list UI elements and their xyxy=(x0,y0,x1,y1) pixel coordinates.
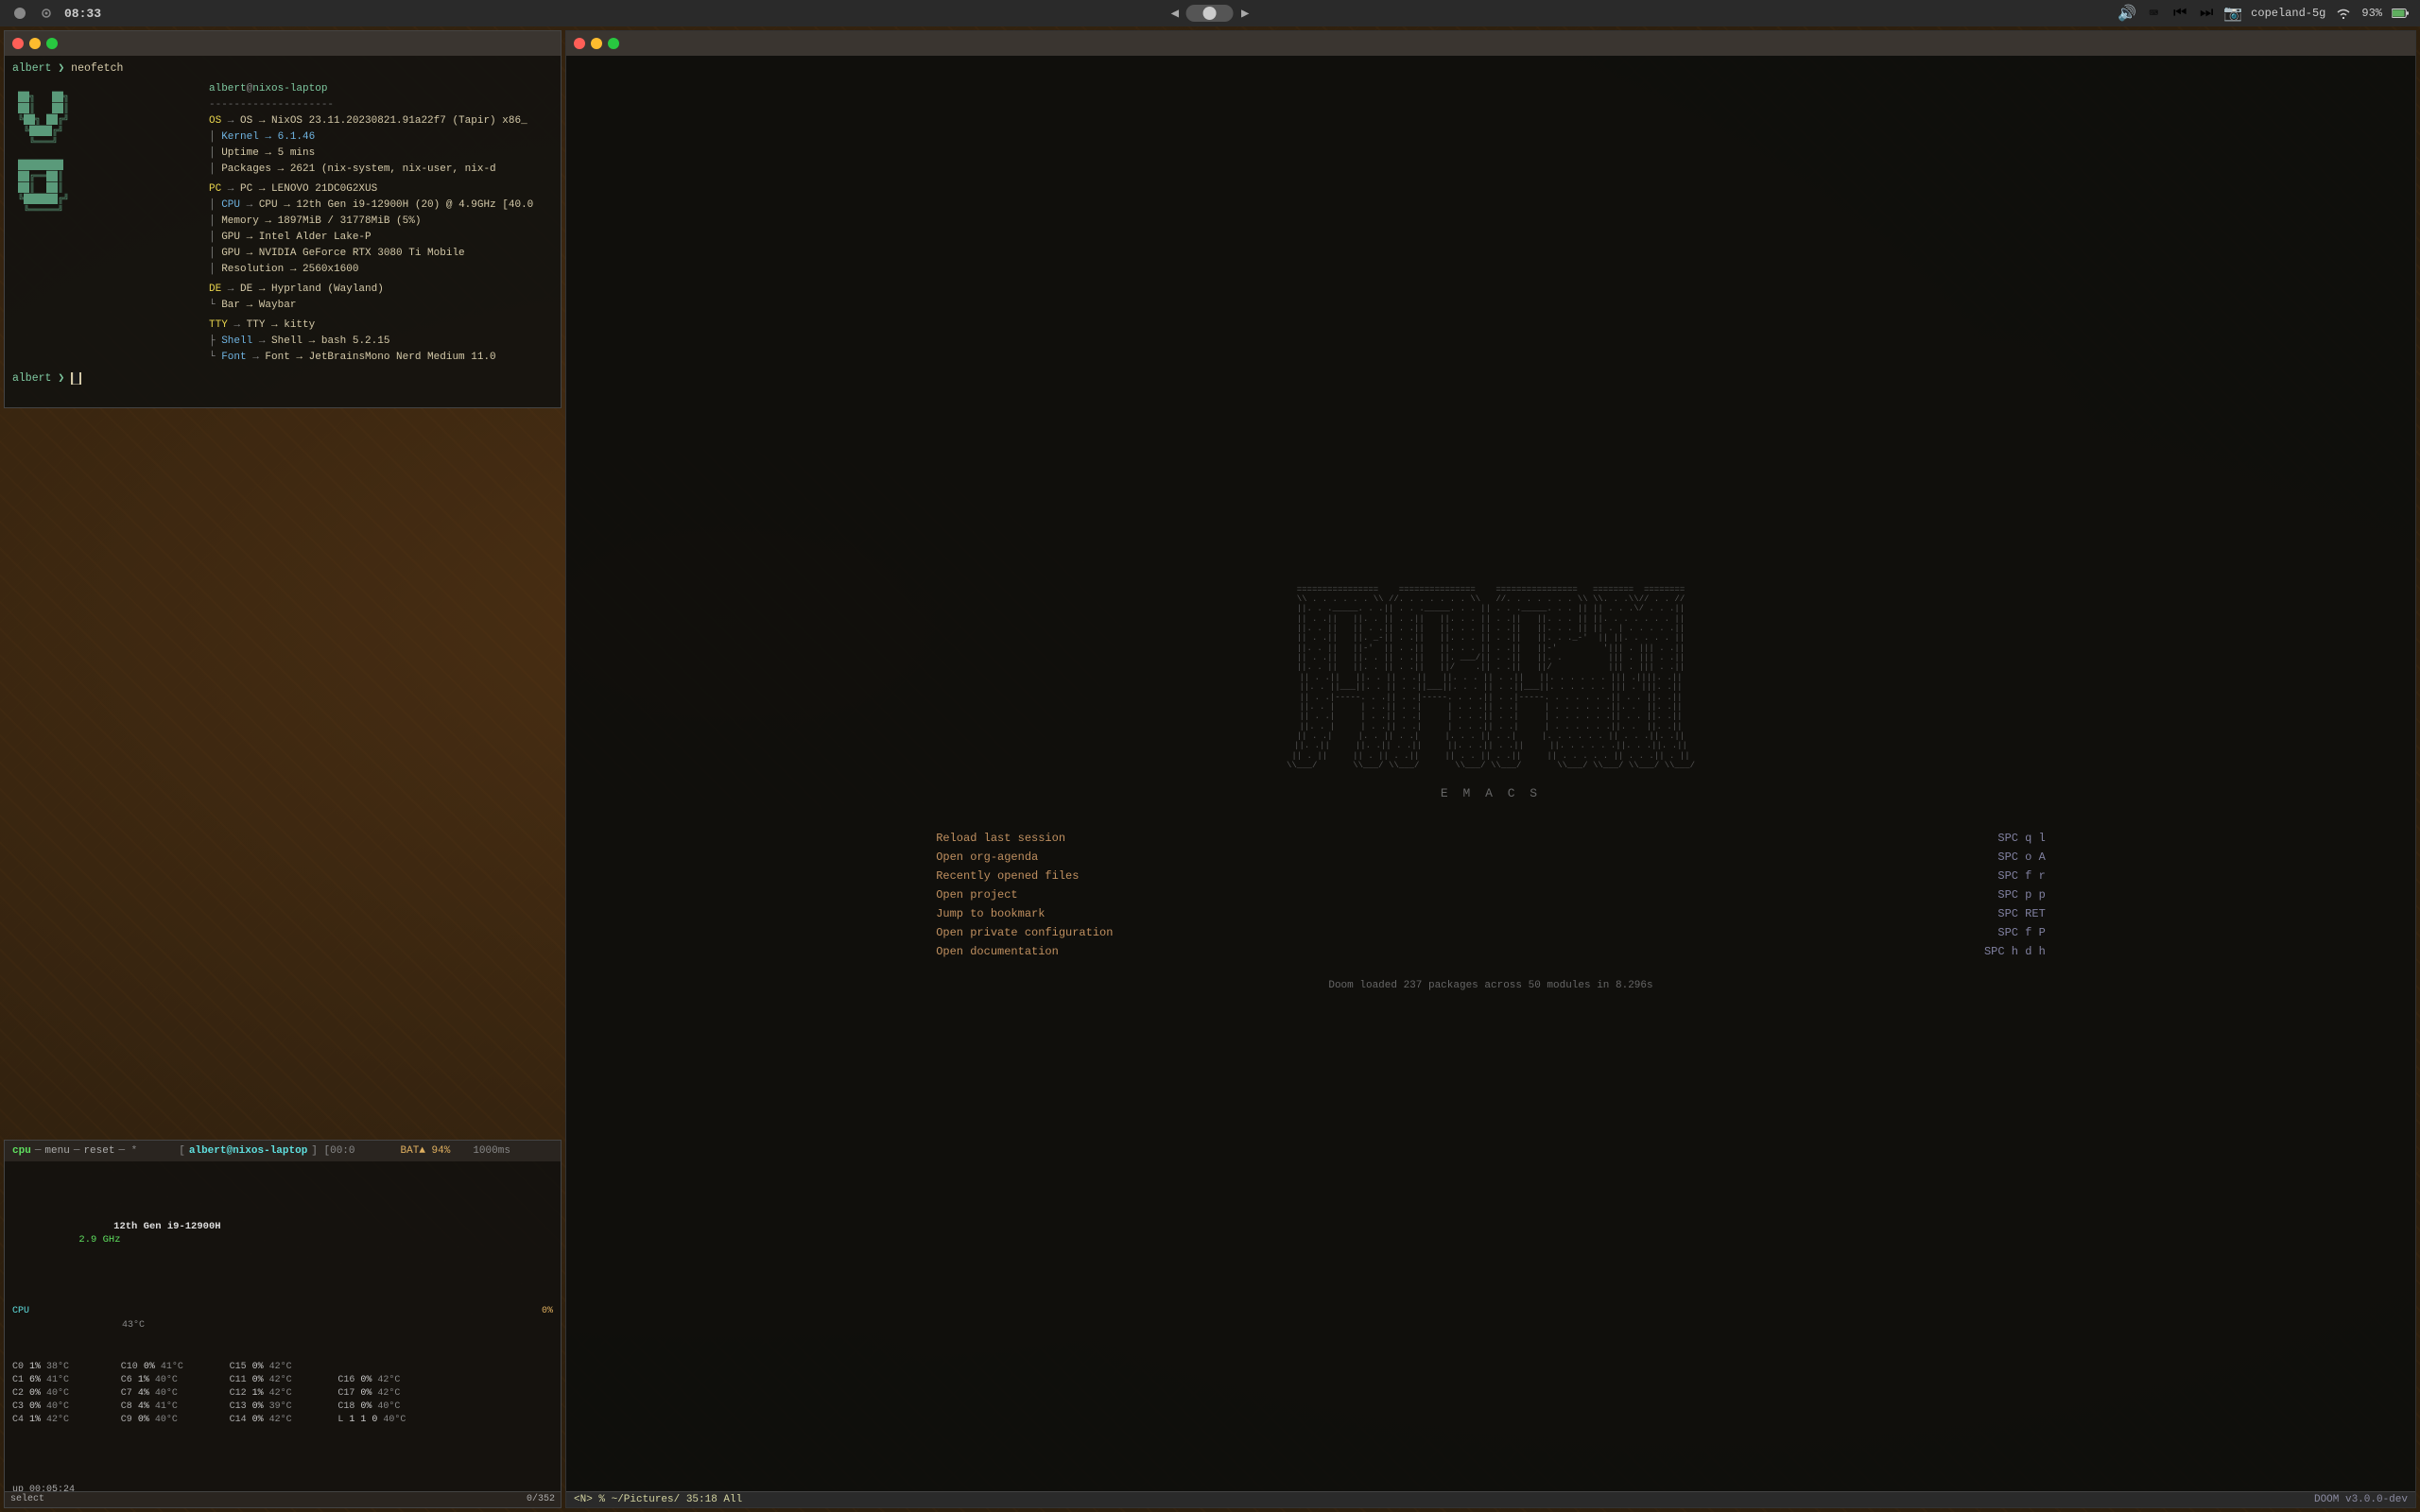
maximize-dot[interactable] xyxy=(46,38,58,49)
htop-reset-tab[interactable]: reset xyxy=(83,1145,114,1157)
htop-cpu-tab[interactable]: cpu xyxy=(12,1145,31,1157)
emacs-menu-private-config[interactable]: Open private configuration SPC f P xyxy=(936,923,2046,942)
topbar-center: ◀ ▶ xyxy=(1171,5,1250,22)
gear-icon[interactable] xyxy=(38,5,55,22)
htop-select[interactable]: select xyxy=(10,1493,44,1506)
emacs-menu-jump-bookmark[interactable]: Jump to bookmark SPC RET xyxy=(936,904,2046,923)
next-track-icon[interactable]: ⏭ xyxy=(2198,5,2215,22)
battery-icon xyxy=(2392,5,2409,22)
emacs-version: DOOM v3.0.0-dev xyxy=(2314,1494,2408,1505)
emacs-menu-reload[interactable]: Reload last session SPC q l xyxy=(936,829,2046,848)
screenshot-icon[interactable]: 📷 xyxy=(2224,5,2241,22)
terminal-neofetch: albert ❯ neofetch ██╗ ██╗ ██║ ██║ ╚██╗ █… xyxy=(4,30,562,408)
desktop: albert ❯ neofetch ██╗ ██╗ ██║ ██║ ╚██╗ █… xyxy=(0,26,2420,1512)
emacs-menu-open-project[interactable]: Open project SPC p p xyxy=(936,885,2046,904)
emacs-menu-recent-files[interactable]: Recently opened files SPC f r xyxy=(936,867,2046,885)
emacs-ascii-art: ================ =============== =======… xyxy=(1287,575,1695,780)
topbar-right: 🔊 ⌨ ⏮ ⏭ 📷 copeland-5g 93% xyxy=(2118,5,2409,22)
time-display: 08:33 xyxy=(64,7,101,21)
toggle-switch[interactable] xyxy=(1186,5,1234,22)
close-dot[interactable] xyxy=(12,38,24,49)
apple-icon[interactable] xyxy=(11,5,28,22)
terminal-body: albert ❯ neofetch ██╗ ██╗ ██║ ██║ ╚██╗ █… xyxy=(5,56,561,393)
nav-back[interactable]: ◀ xyxy=(1171,6,1179,22)
prompt-1: albert xyxy=(12,62,51,75)
emacs-statusbar: <N> % ~/Pictures/ 35:18 All DOOM v3.0.0-… xyxy=(566,1491,2415,1507)
emacs-splash-menu: Reload last session SPC q l Open org-age… xyxy=(936,829,2046,961)
neofetch-cmd: neofetch xyxy=(71,62,123,75)
terminal-titlebar xyxy=(5,31,561,56)
minimize-dot[interactable] xyxy=(29,38,41,49)
nav-forward[interactable]: ▶ xyxy=(1241,6,1249,22)
htop-header: cpu ─ menu ─ reset ─ * [albert@nixos-lap… xyxy=(5,1141,561,1161)
battery-level: 93% xyxy=(2361,7,2382,20)
wifi-name: copeland-5g xyxy=(2251,7,2325,20)
emacs-mode-indicator: <N> % ~/Pictures/ 35:18 All xyxy=(574,1494,742,1505)
emacs-titlebar xyxy=(566,31,2415,56)
htop-body: 12th Gen i9-12900H 2.9 GHz CPU 0% 43°C C… xyxy=(5,1161,561,1508)
topbar-left: 08:33 xyxy=(11,5,101,22)
emacs-body: ================ =============== =======… xyxy=(566,56,2415,1491)
speaker-icon[interactable]: 🔊 xyxy=(2118,5,2135,22)
emacs-close-dot[interactable] xyxy=(574,38,585,49)
terminal-emacs: ================ =============== =======… xyxy=(565,30,2416,1508)
emacs-splash-title: E M A C S xyxy=(1441,786,1541,800)
terminal-htop: cpu ─ menu ─ reset ─ * [albert@nixos-lap… xyxy=(4,1140,562,1508)
neofetch-ascii: ██╗ ██╗ ██║ ██║ ╚██╗ ██╔╝ ╚████╔╝ ╚═══╝ … xyxy=(12,81,201,367)
topbar: 08:33 ◀ ▶ 🔊 ⌨ ⏮ ⏭ 📷 copeland-5g 93% xyxy=(0,0,2420,26)
emacs-maximize-dot[interactable] xyxy=(608,38,619,49)
keyboard-icon[interactable]: ⌨ xyxy=(2145,5,2162,22)
htop-menu-tab[interactable]: menu xyxy=(44,1145,69,1157)
emacs-minimize-dot[interactable] xyxy=(591,38,602,49)
emacs-menu-org-agenda[interactable]: Open org-agenda SPC o A xyxy=(936,848,2046,867)
toggle-knob xyxy=(1203,7,1217,20)
emacs-menu-documentation[interactable]: Open documentation SPC h d h xyxy=(936,942,2046,961)
prompt-2: albert xyxy=(12,372,51,385)
wifi-icon[interactable] xyxy=(2335,5,2352,22)
emacs-footer: Doom loaded 237 packages across 50 modul… xyxy=(1328,980,1652,991)
prev-track-icon[interactable]: ⏮ xyxy=(2171,5,2188,22)
cursor-block: █ xyxy=(71,372,81,385)
htop-proc-count: 0/352 xyxy=(527,1493,555,1506)
neofetch-info: albert@nixos-laptop --------------------… xyxy=(209,81,553,367)
